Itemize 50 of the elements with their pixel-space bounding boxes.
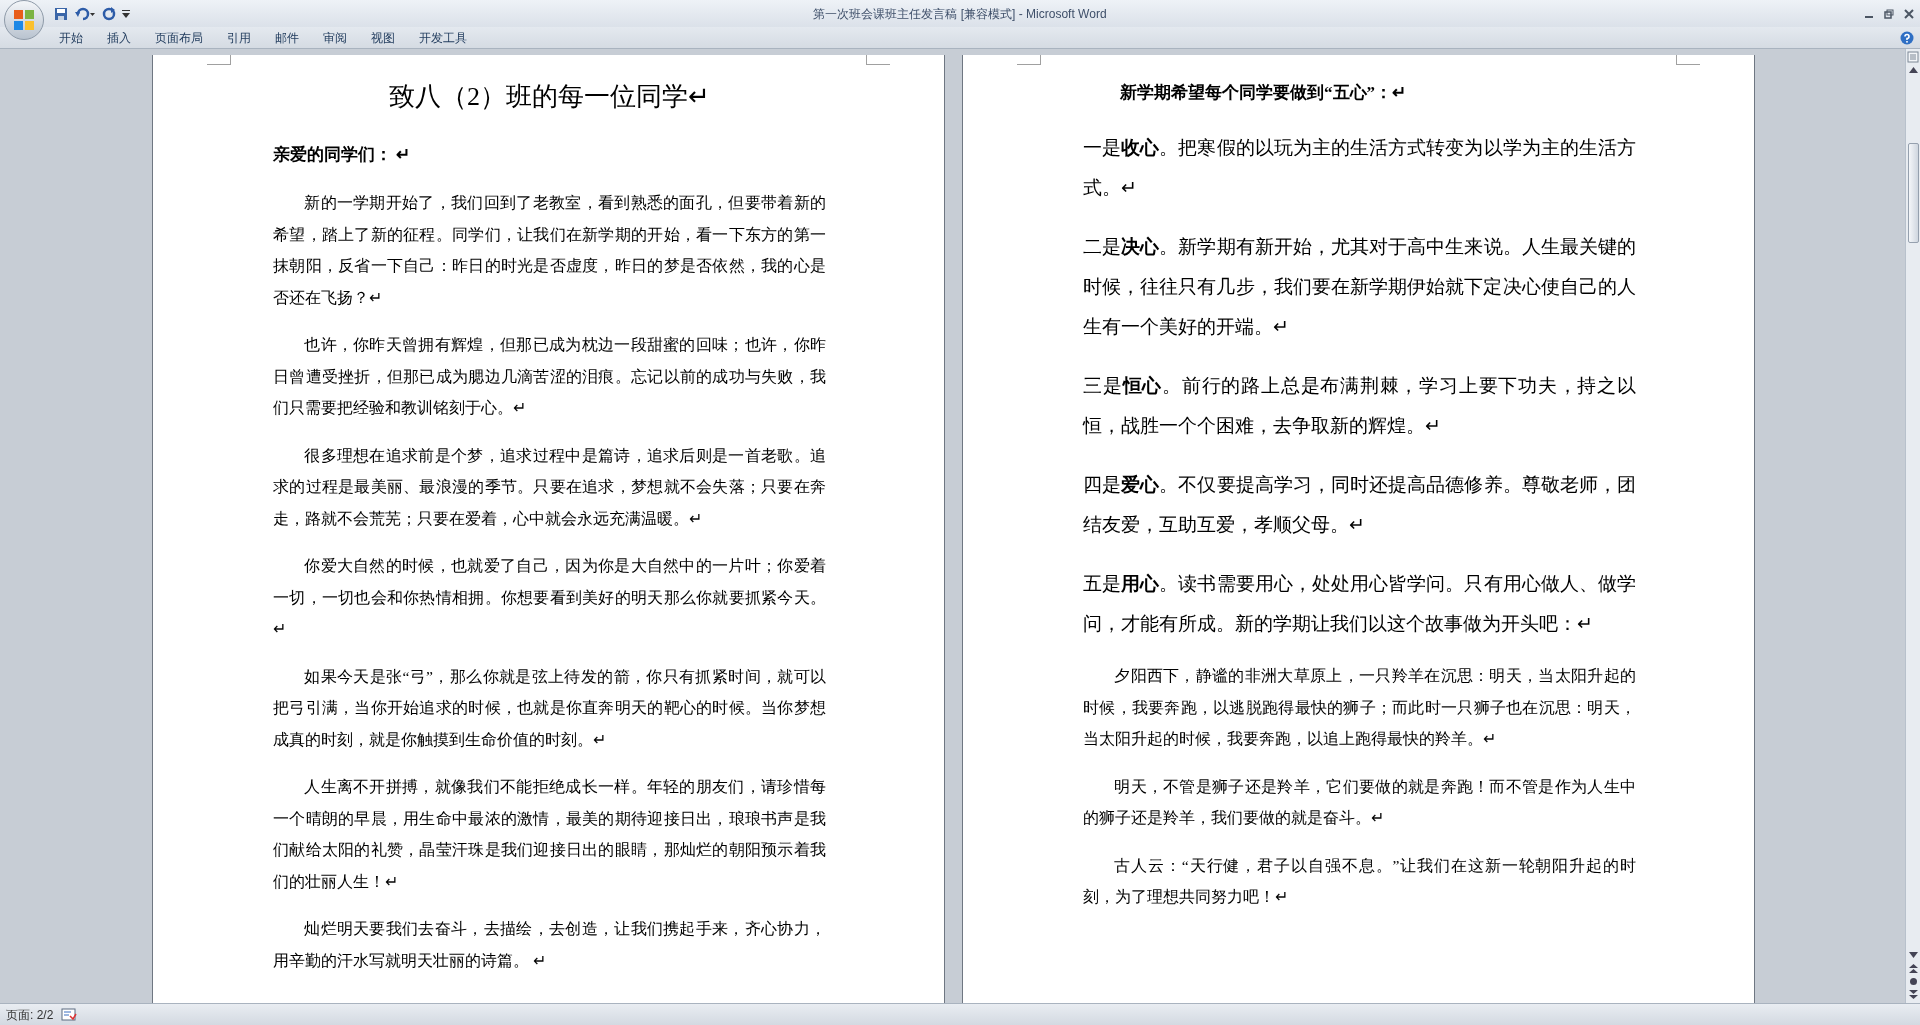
next-page-icon[interactable] xyxy=(1908,990,1918,999)
body-paragraph: 人生离不开拼搏，就像我们不能拒绝成长一样。年轻的朋友们，请珍惜每一个晴朗的早晨，用生命中最浓的激情，最美的期待迎接日出，琅琅书声是我们献给太阳的礼赞，晶莹汗珠是我们迎接日出的眼睛，那灿烂的朝阳预示着我们的壮丽人生！↵ xyxy=(273,777,826,892)
scroll-thumb[interactable] xyxy=(1907,143,1919,243)
ribbon-tab[interactable]: 开始 xyxy=(48,28,94,47)
numbered-point: 二是决心。新学期有新开始，尤其对于高中生来说。人生最关键的时候，往往只有几步，我们要在新学期伊始就下定决心使自己的人生有一个美好的开端。↵ xyxy=(1083,236,1636,339)
undo-icon[interactable] xyxy=(74,6,96,21)
body-paragraph: 很多理想在追求前是个梦，追求过程中是篇诗，追求后则是一首老歌。追求的过程是最美丽、最浪漫的季节。只要在追求，梦想就不会失落；只要在奔走，路就不会荒芜；只要在爱着，心中就会永远充满温暖。↵ xyxy=(273,445,826,529)
page-indicator[interactable]: 页面: 2/2 xyxy=(6,1005,54,1024)
vertical-scrollbar[interactable] xyxy=(1905,49,1920,1003)
previous-page-icon[interactable] xyxy=(1908,964,1918,973)
body-paragraph: 古人云：“天行健，君子以自强不息。”让我们在这新一轮朝阳升起的时刻，为了理想共同努力吧！↵ xyxy=(1083,855,1636,907)
scroll-up-icon[interactable] xyxy=(1908,67,1918,73)
ribbon-tab[interactable]: 引用 xyxy=(216,28,262,47)
document-title: 致八（2）班的每一位同学↵ xyxy=(388,81,711,113)
body-paragraph: 明天，不管是狮子还是羚羊，它们要做的就是奔跑！而不管是作为人生中的狮子还是羚羊，我们要做的就是奋斗。↵ xyxy=(1083,776,1636,828)
numbered-point: 五是用心。读书需要用心，处处用心皆学问。只有用心做人、做学问，才能有所成。新的学期让我们以这个故事做为开头吧：↵ xyxy=(1083,573,1636,636)
redo-icon[interactable] xyxy=(102,6,116,21)
ribbon-tab[interactable]: 视图 xyxy=(360,28,406,47)
office-button[interactable] xyxy=(4,0,44,40)
section-heading: 新学期希望每个同学要做到“五心”：↵ xyxy=(1119,82,1407,104)
numbered-point: 四是爱心。不仅要提高学习，同时还提高品德修养。尊敬老师，团结友爱，互助互爱，孝顺父母。↵ xyxy=(1083,473,1636,537)
window-title: 第一次班会课班主任发言稿 [兼容模式] - Microsoft Word xyxy=(812,5,1108,23)
crop-mark xyxy=(1017,55,1041,65)
crop-mark xyxy=(866,55,890,65)
body-paragraph: 夕阳西下，静谧的非洲大草原上，一只羚羊在沉思：明天，当太阳升起的时候，我要奔跑，以逃脱跑得最快的狮子；而此时一只狮子也在沉思：明天，当太阳升起的时候，我要奔跑，以追上跑得最快的羚羊。↵ xyxy=(1083,666,1636,749)
numbered-point: 一是收心。把寒假的以玩为主的生活方式转变为以学为主的生活方式。↵ xyxy=(1083,137,1636,200)
ribbon-tab[interactable]: 邮件 xyxy=(264,28,310,47)
browse-object-icon[interactable] xyxy=(1908,977,1918,986)
ribbon-tab[interactable]: 审阅 xyxy=(312,28,358,47)
salutation-text: 亲爱的同学们： ↵ xyxy=(273,144,412,166)
body-paragraph: 也许，你昨天曾拥有辉煌，但那已成为枕边一段甜蜜的回味；也许，你昨日曾遭受挫折，但那已成为腮边几滴苦涩的泪痕。忘记以前的成功与失败，我们只需要把经验和教训铭刻于心。↵ xyxy=(273,335,826,418)
save-icon[interactable] xyxy=(54,6,68,21)
help-icon[interactable] xyxy=(1900,30,1914,45)
restore-icon[interactable] xyxy=(1884,8,1894,19)
crop-mark xyxy=(207,55,231,65)
crop-mark xyxy=(1676,55,1700,65)
body-paragraph: 如果今天是张“弓”，那么你就是弦上待发的箭，你只有抓紧时间，就可以把弓引满，当你开始追求的时候，也就是你直奔明天的靶心的时候。当你梦想成真的时刻，就是你触摸到生命价值的时刻。↵ xyxy=(273,666,826,750)
ribbon-tab[interactable]: 插入 xyxy=(96,28,142,47)
proofing-icon[interactable] xyxy=(61,1007,78,1022)
ribbon-tab[interactable]: 开发工具 xyxy=(408,28,478,47)
ribbon-tab[interactable]: 页面布局 xyxy=(144,28,214,47)
body-paragraph: 新的一学期开始了，我们回到了老教室，看到熟悉的面孔，但要带着新的希望，踏上了新的征程。同学们，让我们在新学期的开始，看一下东方的第一抹朝阳，反省一下自己：昨日的时光是否虚度，昨日的梦是否依然，我的心是否还在飞扬？↵ xyxy=(273,193,826,308)
ruler-toggle-icon[interactable] xyxy=(1907,51,1919,63)
scroll-down-icon[interactable] xyxy=(1908,952,1918,958)
numbered-point: 三是恒心。前行的路上总是布满荆棘，学习上要下功夫，持之以恒，战胜一个个困难，去争取新的辉煌。↵ xyxy=(1083,375,1636,438)
body-paragraph: 你爱大自然的时候，也就爱了自己，因为你是大自然中的一片叶；你爱着一切，一切也会和你热情相拥。你想要看到美好的明天那么你就要抓紧今天。↵ xyxy=(273,556,826,639)
close-icon[interactable] xyxy=(1904,8,1914,19)
body-paragraph: 灿烂明天要我们去奋斗，去描绘，去创造，让我们携起手来，齐心协力，用辛勤的汗水写就明天壮丽的诗篇。 ↵ xyxy=(273,919,826,971)
customize-toolbar-icon[interactable] xyxy=(122,8,130,19)
office-logo-icon xyxy=(13,8,35,31)
